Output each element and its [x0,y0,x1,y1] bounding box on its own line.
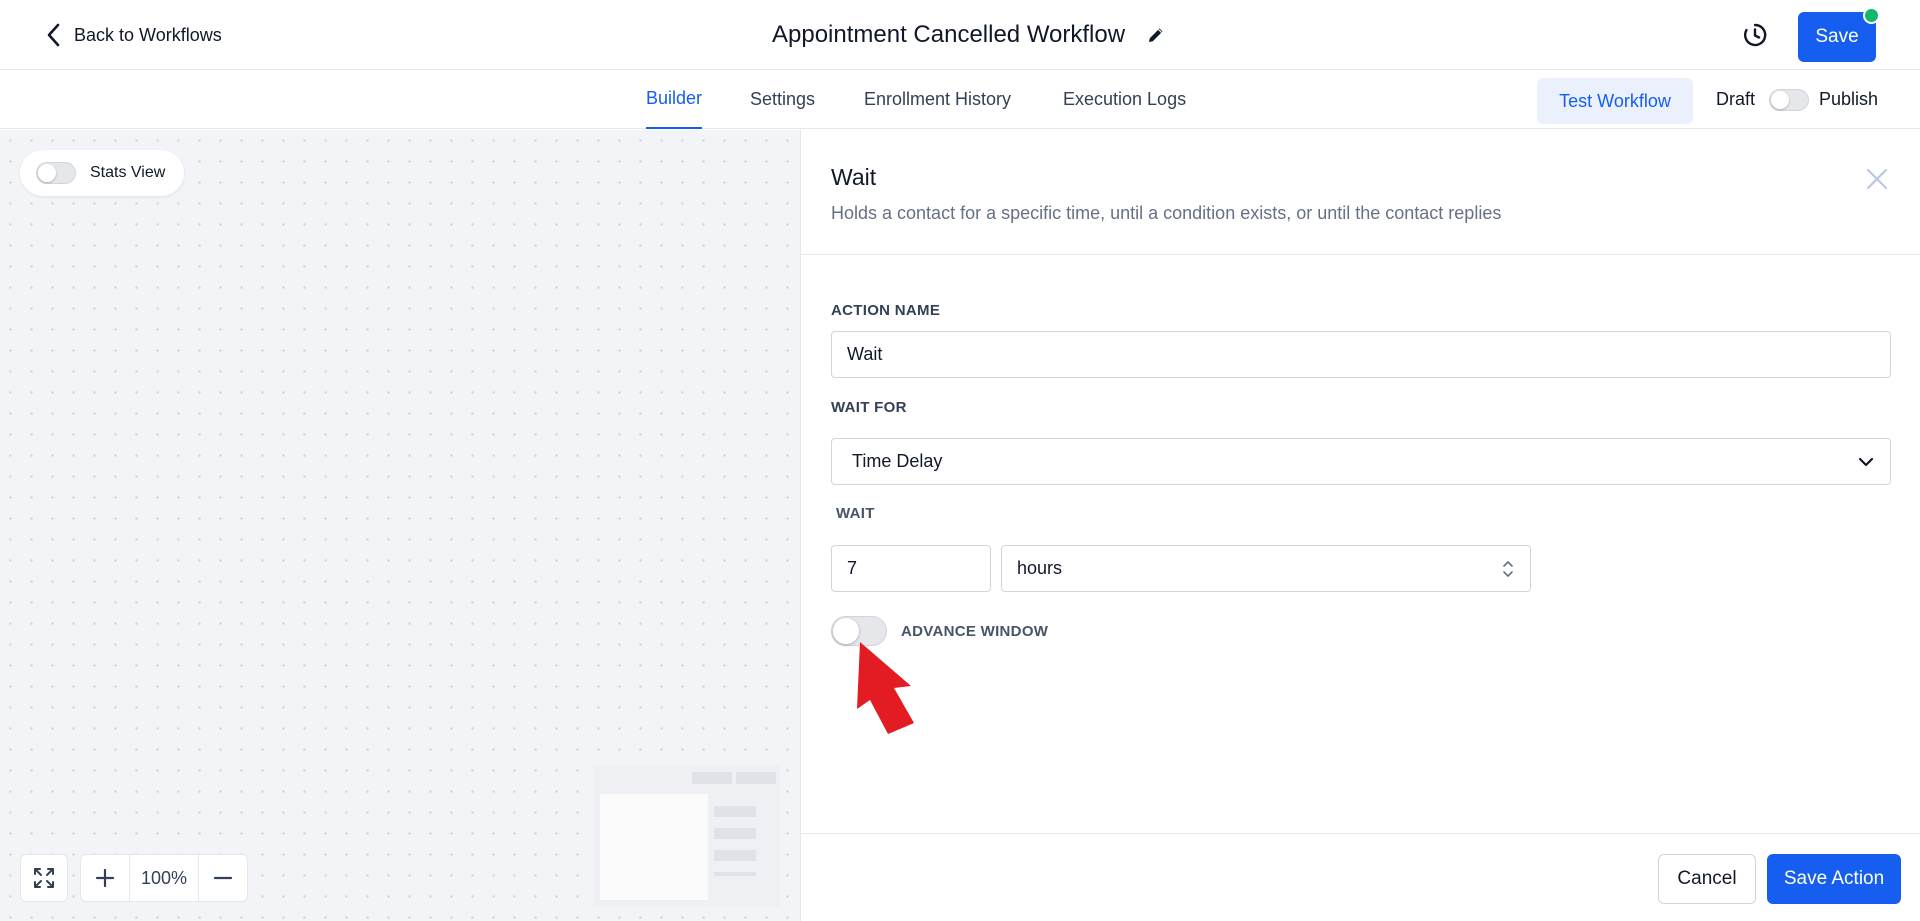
tab-settings[interactable]: Settings [750,70,815,129]
annotation-arrow-icon [857,642,914,734]
back-label: Back to Workflows [74,24,222,45]
back-to-workflows-link[interactable]: Back to Workflows [46,19,222,51]
close-panel-button[interactable] [1864,166,1890,192]
minimap-block [714,850,756,861]
toggle-knob [1771,91,1789,109]
toggle-knob [38,164,56,182]
up-down-chevron-icon [1503,560,1513,577]
tab-builder[interactable]: Builder [646,70,703,129]
minimap-block [714,872,756,876]
minimap[interactable] [594,766,780,906]
chevron-down-icon [1858,457,1874,466]
advance-window-label: ADVANCE WINDOW [901,623,1049,640]
tab-enrollment-history[interactable]: Enrollment History [864,70,1011,129]
panel-footer: Cancel Save Action [801,833,1920,921]
workflow-canvas[interactable]: Stats View 100% [0,130,800,921]
tab-execution-logs[interactable]: Execution Logs [1063,70,1186,129]
cancel-button[interactable]: Cancel [1658,854,1756,904]
save-action-button[interactable]: Save Action [1767,854,1901,904]
minimap-block [736,772,776,784]
minus-icon [213,876,233,880]
minimap-block [692,772,732,784]
wait-unit-value: hours [1017,558,1063,578]
action-name-input[interactable]: Wait [831,331,1891,378]
panel-header: Wait Holds a contact for a specific time… [801,130,1920,255]
history-button[interactable] [1738,18,1772,52]
plus-icon [95,868,115,888]
tabs-bar: Builder Settings Enrollment History Exec… [0,70,1920,129]
action-name-value: Wait [847,344,883,364]
panel-description: Holds a contact for a specific time, unt… [831,203,1502,223]
close-icon [1866,168,1888,190]
draft-label: Draft [1716,89,1756,109]
fit-screen-icon [34,868,54,888]
top-bar: Back to Workflows Appointment Cancelled … [0,0,1920,70]
wait-for-value: Time Delay [852,451,943,471]
action-panel: Wait Holds a contact for a specific time… [800,130,1920,921]
stats-view-label: Stats View [90,164,166,181]
zoom-level: 100% [129,855,199,901]
wait-amount-input[interactable]: 7 [831,545,991,592]
minimap-viewport [600,794,708,900]
zoom-in-button[interactable] [81,855,129,901]
panel-title: Wait [831,164,877,190]
chevron-left-icon [47,23,60,47]
action-name-label: ACTION NAME [831,302,941,319]
publish-toggle[interactable] [1769,89,1809,111]
stats-view-control: Stats View [20,150,184,196]
wait-for-select[interactable]: Time Delay [831,438,1891,485]
stats-view-toggle[interactable] [36,162,76,184]
wait-amount-value: 7 [847,558,858,578]
wait-label: WAIT [836,505,875,522]
minimap-block [714,806,756,817]
wait-for-label: WAIT FOR [831,399,907,416]
pencil-icon[interactable] [1147,26,1165,44]
status-dot [1863,7,1880,24]
toggle-knob [833,618,859,644]
minimap-block [714,828,756,839]
zoom-controls: 100% [80,854,248,902]
test-workflow-button[interactable]: Test Workflow [1537,78,1693,124]
fit-view-button[interactable] [20,854,68,902]
page-title: Appointment Cancelled Workflow [772,21,1126,48]
publish-label: Publish [1819,89,1879,109]
workflow-title-area: Appointment Cancelled Workflow [772,14,1165,56]
history-icon [1743,23,1767,47]
zoom-out-button[interactable] [199,855,247,901]
wait-unit-select[interactable]: hours [1001,545,1531,592]
